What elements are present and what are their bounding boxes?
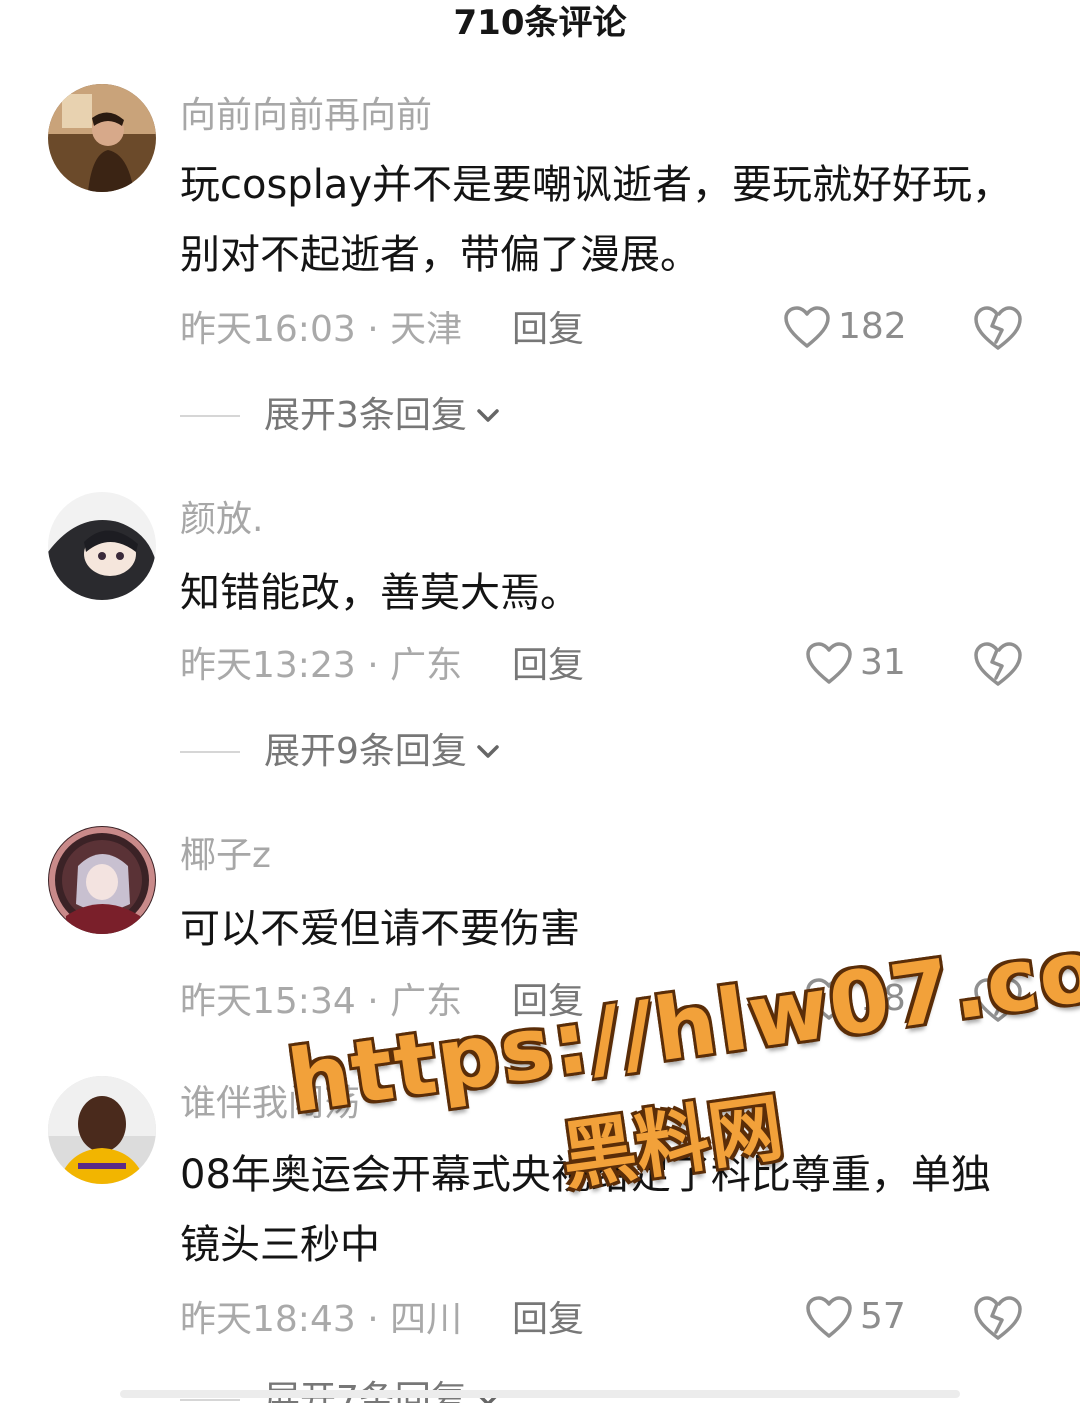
time-location: 昨天18:43 · 四川 (180, 1299, 463, 1340)
avatar[interactable] (48, 1076, 156, 1184)
broken-heart-icon (974, 642, 1022, 686)
chevron-down-icon (477, 745, 499, 758)
dislike-button[interactable] (972, 640, 1024, 688)
avatar-image (48, 1076, 156, 1184)
like-button[interactable]: 31 (804, 640, 906, 686)
comments-header: 710条评论 (0, 0, 1080, 50)
heart-outline-icon (806, 1296, 852, 1338)
dislike-button[interactable] (972, 1294, 1024, 1342)
like-button[interactable]: 57 (804, 1294, 906, 1340)
reply-button[interactable]: 回复 (512, 308, 584, 352)
comment-text: 知错能改，善莫大焉。 (180, 570, 580, 616)
expand-divider (180, 415, 240, 417)
expand-replies-label: 展开3条回复 (264, 395, 467, 436)
time-location: 昨天15:34 · 广东 (180, 981, 463, 1022)
time-location: 昨天16:03 · 天津 (180, 309, 463, 350)
username[interactable]: 颜放. (180, 498, 263, 542)
like-count: 31 (860, 642, 906, 683)
like-button[interactable]: 18 (804, 976, 906, 1022)
username[interactable]: 椰子z (180, 834, 271, 878)
avatar[interactable] (48, 492, 156, 600)
heart-outline-icon (806, 978, 852, 1020)
chevron-down-icon (477, 409, 499, 422)
avatar-image (48, 492, 156, 600)
comment-count-title: 710条评论 (453, 3, 627, 43)
dislike-button[interactable] (972, 976, 1024, 1024)
heart-outline-icon (784, 306, 830, 348)
comment-meta: 昨天18:43 · 四川 (180, 1298, 462, 1342)
avatar[interactable] (48, 84, 156, 192)
username[interactable]: 谁伴我闯荡 (180, 1082, 360, 1126)
avatar[interactable] (48, 826, 156, 934)
expand-replies-button[interactable]: 展开3条回复 (180, 394, 503, 438)
reply-button[interactable]: 回复 (512, 644, 584, 688)
username[interactable]: 向前向前再向前 (180, 94, 432, 138)
expand-divider (180, 1399, 240, 1401)
reply-button[interactable]: 回复 (512, 1298, 584, 1342)
comment-meta: 昨天15:34 · 广东 (180, 980, 462, 1024)
broken-heart-icon (974, 1296, 1022, 1340)
dislike-button[interactable] (972, 304, 1024, 352)
time-location: 昨天13:23 · 广东 (180, 645, 463, 686)
avatar-image (48, 826, 156, 934)
expand-divider (180, 751, 240, 753)
comment-meta: 昨天13:23 · 广东 (180, 644, 462, 688)
comment-text: 08年奥运会开幕式央视给足了科比尊重，单独镜头三秒中 (180, 1152, 991, 1268)
like-count: 182 (838, 306, 907, 347)
bottom-scroll-indicator (120, 1390, 960, 1398)
like-count: 57 (860, 1296, 906, 1337)
reply-button[interactable]: 回复 (512, 980, 584, 1024)
comment-text: 可以不爱但请不要伤害 (180, 906, 580, 952)
avatar-image (48, 84, 156, 192)
expand-replies-label: 展开9条回复 (264, 731, 467, 772)
comment-meta: 昨天16:03 · 天津 (180, 308, 462, 352)
heart-outline-icon (806, 642, 852, 684)
broken-heart-icon (974, 306, 1022, 350)
like-count: 18 (860, 978, 906, 1019)
expand-replies-button[interactable]: 展开9条回复 (180, 730, 503, 774)
like-button[interactable]: 182 (782, 304, 907, 350)
broken-heart-icon (974, 978, 1022, 1022)
comment-text: 玩cosplay并不是要嘲讽逝者，要玩就好好玩，别对不起逝者，带偏了漫展。 (180, 162, 1012, 278)
